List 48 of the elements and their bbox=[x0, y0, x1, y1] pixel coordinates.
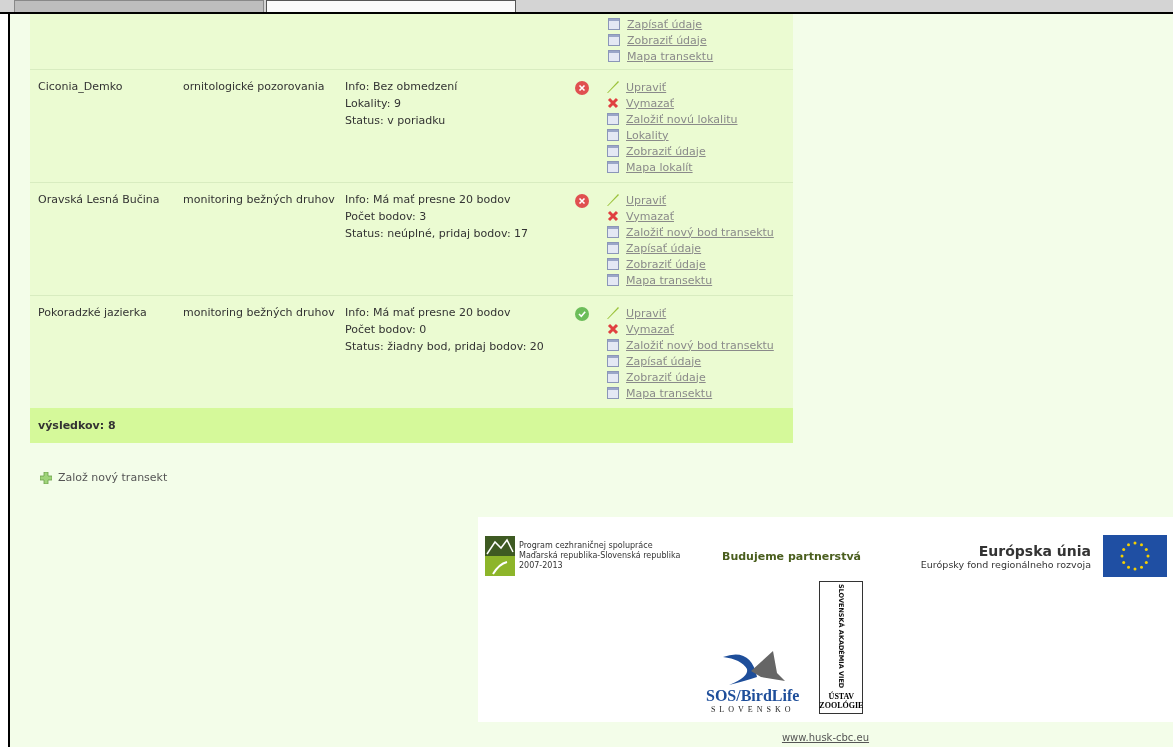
action-link[interactable]: Mapa transektu bbox=[626, 273, 713, 287]
action-link[interactable]: Založiť nový bod transektu bbox=[626, 225, 774, 239]
action-link[interactable]: Zapísať údaje bbox=[627, 17, 703, 31]
action-link[interactable]: Mapa transektu bbox=[627, 49, 714, 63]
results-count: výsledkov: 8 bbox=[30, 408, 793, 443]
info-text: Počet bodov: 0 bbox=[345, 323, 428, 336]
action-link[interactable]: Zobraziť údaje bbox=[626, 370, 706, 384]
program-text: Maďarská republika-Slovenská republika bbox=[519, 551, 681, 561]
website-link[interactable]: www.husk-cbc.eu bbox=[781, 731, 870, 743]
info-text: Status: neúplné, pridaj bodov: 17 bbox=[345, 227, 530, 240]
transect-type: monitoring bežných druhov bbox=[183, 306, 336, 319]
birdlife-name: SOS/BirdLife bbox=[706, 686, 800, 705]
info-text: Status: žiadny bod, pridaj bodov: 20 bbox=[345, 340, 545, 353]
slogan-text: Budujeme partnerstvá bbox=[722, 549, 862, 563]
transect-type: ornitologické pozorovania bbox=[183, 80, 326, 93]
action-link[interactable]: Vymazať bbox=[626, 322, 675, 336]
eu-subtitle: Európsky fond regionálneho rozvoja bbox=[919, 558, 1091, 570]
program-text: Program cezhraničnej spolupráce bbox=[519, 541, 654, 551]
action-link[interactable]: Upraviť bbox=[626, 80, 667, 94]
action-link[interactable]: Zapísať údaje bbox=[626, 241, 702, 255]
action-link[interactable]: Vymazať bbox=[626, 209, 675, 223]
action-link[interactable]: Zobraziť údaje bbox=[626, 257, 706, 271]
action-link[interactable]: Zobraziť údaje bbox=[627, 33, 707, 47]
action-link[interactable]: Mapa transektu bbox=[626, 386, 713, 400]
info-text: Info: Má mať presne 20 bodov bbox=[345, 193, 512, 206]
add-transect-link[interactable]: Založ nový transekt bbox=[58, 471, 168, 484]
transect-name: Pokoradzké jazierka bbox=[38, 306, 148, 319]
action-link[interactable]: Mapa lokalít bbox=[626, 160, 693, 174]
action-link[interactable]: Vymazať bbox=[626, 96, 675, 110]
birdlife-country: SLOVENSKO bbox=[710, 704, 795, 714]
action-link[interactable]: Zapísať údaje bbox=[626, 354, 702, 368]
action-link[interactable]: Založiť novú lokalitu bbox=[626, 112, 738, 126]
action-link[interactable]: Upraviť bbox=[626, 306, 667, 320]
info-text: Info: Má mať presne 20 bodov bbox=[345, 306, 512, 319]
institute-text: ÚSTAV bbox=[828, 692, 855, 702]
eu-title: Európska únia bbox=[977, 542, 1091, 559]
action-link[interactable]: Lokality bbox=[626, 128, 669, 142]
info-text: Počet bodov: 3 bbox=[345, 210, 428, 223]
transect-type: monitoring bežných druhov bbox=[183, 193, 336, 206]
info-text: Status: v poriadku bbox=[345, 114, 447, 127]
transect-name: Oravská Lesná Bučina bbox=[38, 193, 161, 206]
info-text: Lokality: 9 bbox=[345, 97, 402, 110]
transect-name: Ciconia_Demko bbox=[38, 80, 124, 93]
info-text: Info: Bez obmedzení bbox=[345, 80, 459, 93]
action-link[interactable]: Zobraziť údaje bbox=[626, 144, 706, 158]
action-link[interactable]: Upraviť bbox=[626, 193, 667, 207]
action-link[interactable]: Založiť nový bod transektu bbox=[626, 338, 774, 352]
program-text: 2007-2013 bbox=[519, 561, 564, 571]
